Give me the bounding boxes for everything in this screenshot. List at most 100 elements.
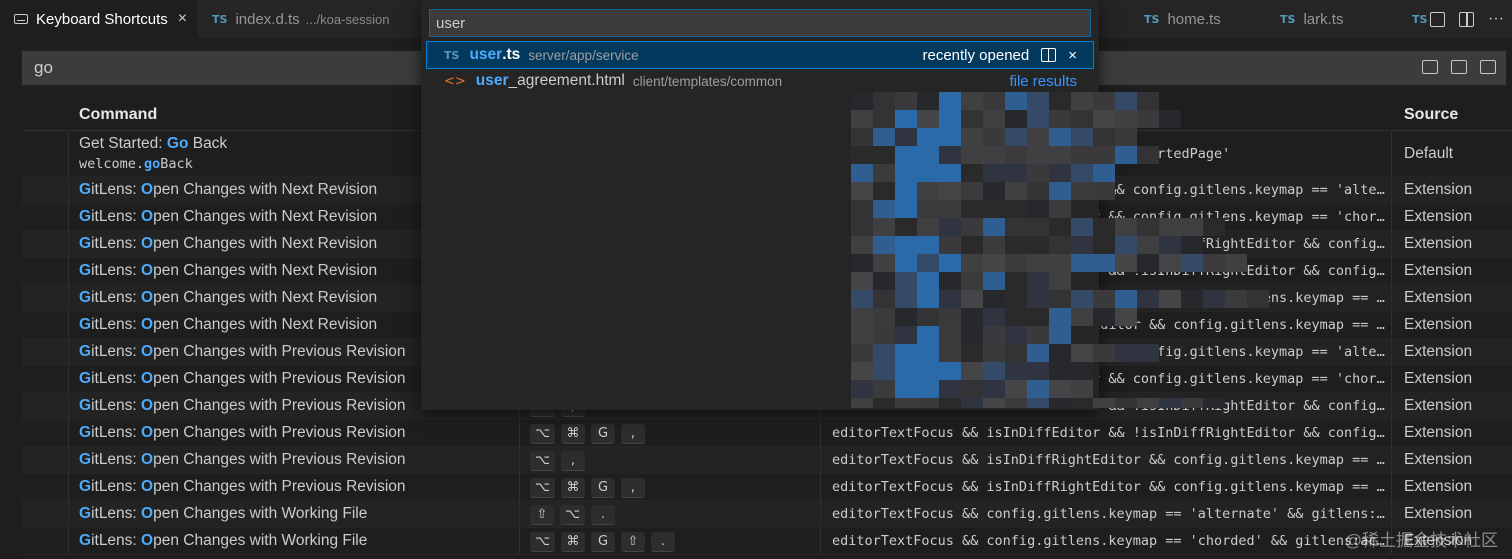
mosaic-block	[983, 164, 1005, 182]
mosaic-block	[1137, 254, 1159, 272]
keybinding-cell: ⌥,	[530, 451, 585, 471]
mosaic-block	[873, 218, 895, 236]
column-divider	[68, 285, 69, 311]
match-highlight: O	[141, 478, 154, 495]
column-divider	[68, 393, 69, 419]
table-row[interactable]: GitLens: Open Changes with Previous Revi…	[22, 447, 1512, 474]
mosaic-block	[983, 92, 1005, 110]
command-rest: pen Changes with Next Revision	[153, 208, 378, 225]
quick-open-input[interactable]	[430, 10, 1090, 36]
mosaic-block	[851, 326, 873, 344]
mosaic-block	[851, 218, 873, 236]
mosaic-block	[1093, 92, 1115, 110]
match-highlight: O	[141, 208, 154, 225]
clear-filter-icon[interactable]	[1480, 60, 1496, 74]
mosaic-block	[1005, 362, 1027, 380]
command-category: itLens:	[91, 478, 142, 495]
mosaic-block	[939, 254, 961, 272]
mosaic-block	[1005, 218, 1027, 236]
mosaic-block	[1093, 308, 1115, 326]
mosaic-block	[895, 128, 917, 146]
tab-keyboard-shortcuts[interactable]: Keyboard Shortcuts ×	[0, 0, 197, 38]
mosaic-block	[917, 236, 939, 254]
column-divider	[68, 204, 69, 230]
mosaic-block	[1093, 164, 1115, 182]
mosaic-block	[939, 236, 961, 254]
match-highlight: G	[79, 478, 92, 495]
mosaic-block	[961, 344, 983, 362]
record-keys-icon[interactable]	[1422, 60, 1438, 74]
command-id-rest: Back	[160, 156, 193, 172]
mosaic-block	[895, 308, 917, 326]
mosaic-block	[1071, 218, 1093, 236]
remove-from-history-icon[interactable]: ×	[1068, 47, 1077, 64]
command-category: itLens:	[91, 532, 142, 549]
mosaic-block	[939, 272, 961, 290]
file-name-rest: .ts	[502, 46, 521, 63]
mosaic-block	[1115, 290, 1137, 308]
command-id-prefix: welcome.	[79, 156, 145, 172]
table-row[interactable]: GitLens: Open Changes with Previous Revi…	[22, 474, 1512, 501]
quick-open-item-user-agreement[interactable]: <> user _agreement.html client/templates/…	[427, 68, 1093, 94]
quick-open-item-user-ts[interactable]: TS user .ts server/app/service recently o…	[426, 41, 1094, 69]
mosaic-block	[1115, 254, 1137, 272]
more-actions-icon[interactable]: ···	[1488, 10, 1504, 28]
mosaic-block	[917, 326, 939, 344]
table-row[interactable]: GitLens: Open Changes with Previous Revi…	[22, 420, 1512, 447]
tab-home-ts[interactable]: TS home.ts	[1130, 0, 1262, 38]
mosaic-block	[1115, 146, 1137, 164]
command-cell: GitLens: Open Changes with Previous Revi…	[79, 451, 406, 469]
table-row[interactable]: GitLens: Open Changes with Working File …	[22, 501, 1512, 528]
match-highlight: G	[79, 181, 92, 198]
mosaic-block	[939, 128, 961, 146]
mosaic-block	[1049, 110, 1071, 128]
mosaic-block	[1093, 182, 1115, 200]
mosaic-block	[873, 200, 895, 218]
column-divider	[519, 474, 520, 500]
when-cell: editorTextFocus && isInDiffEditor && !is…	[832, 425, 1392, 441]
mosaic-block	[1071, 362, 1093, 380]
keybinding-key: ⌘	[560, 424, 585, 444]
match-highlight: G	[79, 370, 92, 387]
tab-overflow[interactable]: TS	[1398, 0, 1427, 38]
mosaic-block	[1071, 146, 1093, 164]
match-highlight: O	[141, 343, 154, 360]
mosaic-block	[851, 308, 873, 326]
command-cell: GitLens: Open Changes with Previous Revi…	[79, 478, 406, 496]
keybinding-cell: ⌥ ⌘ G,	[530, 478, 645, 498]
match-highlight: G	[79, 316, 92, 333]
tab-index-d-ts[interactable]: TS index.d.ts .../koa-session	[198, 0, 423, 38]
mosaic-block	[1159, 236, 1181, 254]
split-editor-icon[interactable]	[1459, 11, 1475, 27]
tab-lark-ts[interactable]: TS lark.ts	[1266, 0, 1394, 38]
command-rest: pen Changes with Working File	[153, 505, 368, 522]
mosaic-block	[1093, 218, 1115, 236]
mosaic-block	[961, 182, 983, 200]
column-divider	[68, 339, 69, 365]
keybinding-key: ⌥	[530, 424, 555, 444]
match-highlight: O	[141, 505, 154, 522]
mosaic-block	[1005, 164, 1027, 182]
table-row[interactable]: GitLens: Open Changes with Working File …	[22, 528, 1512, 555]
mosaic-block	[851, 110, 873, 128]
open-to-side-icon[interactable]	[1041, 48, 1057, 62]
column-header-command[interactable]: Command	[79, 106, 157, 124]
command-rest: pen Changes with Next Revision	[153, 316, 378, 333]
file-path: client/templates/common	[632, 73, 783, 89]
open-json-icon[interactable]	[1430, 11, 1446, 27]
command-category: itLens:	[91, 316, 142, 333]
mosaic-block	[1093, 398, 1115, 408]
close-icon[interactable]: ×	[178, 10, 187, 28]
source-cell: Extension	[1404, 505, 1473, 522]
mosaic-block	[1071, 380, 1093, 398]
command-prefix: Get Started:	[79, 135, 167, 152]
mosaic-block	[1027, 362, 1049, 380]
mosaic-block	[961, 128, 983, 146]
mosaic-block	[917, 146, 939, 164]
mosaic-block	[939, 308, 961, 326]
command-cell: GitLens: Open Changes with Next Revision	[79, 289, 377, 307]
typescript-icon: TS	[1144, 12, 1160, 26]
match-highlight: user	[475, 72, 509, 89]
sort-by-precedence-icon[interactable]	[1451, 60, 1467, 74]
mosaic-block	[1203, 218, 1225, 236]
